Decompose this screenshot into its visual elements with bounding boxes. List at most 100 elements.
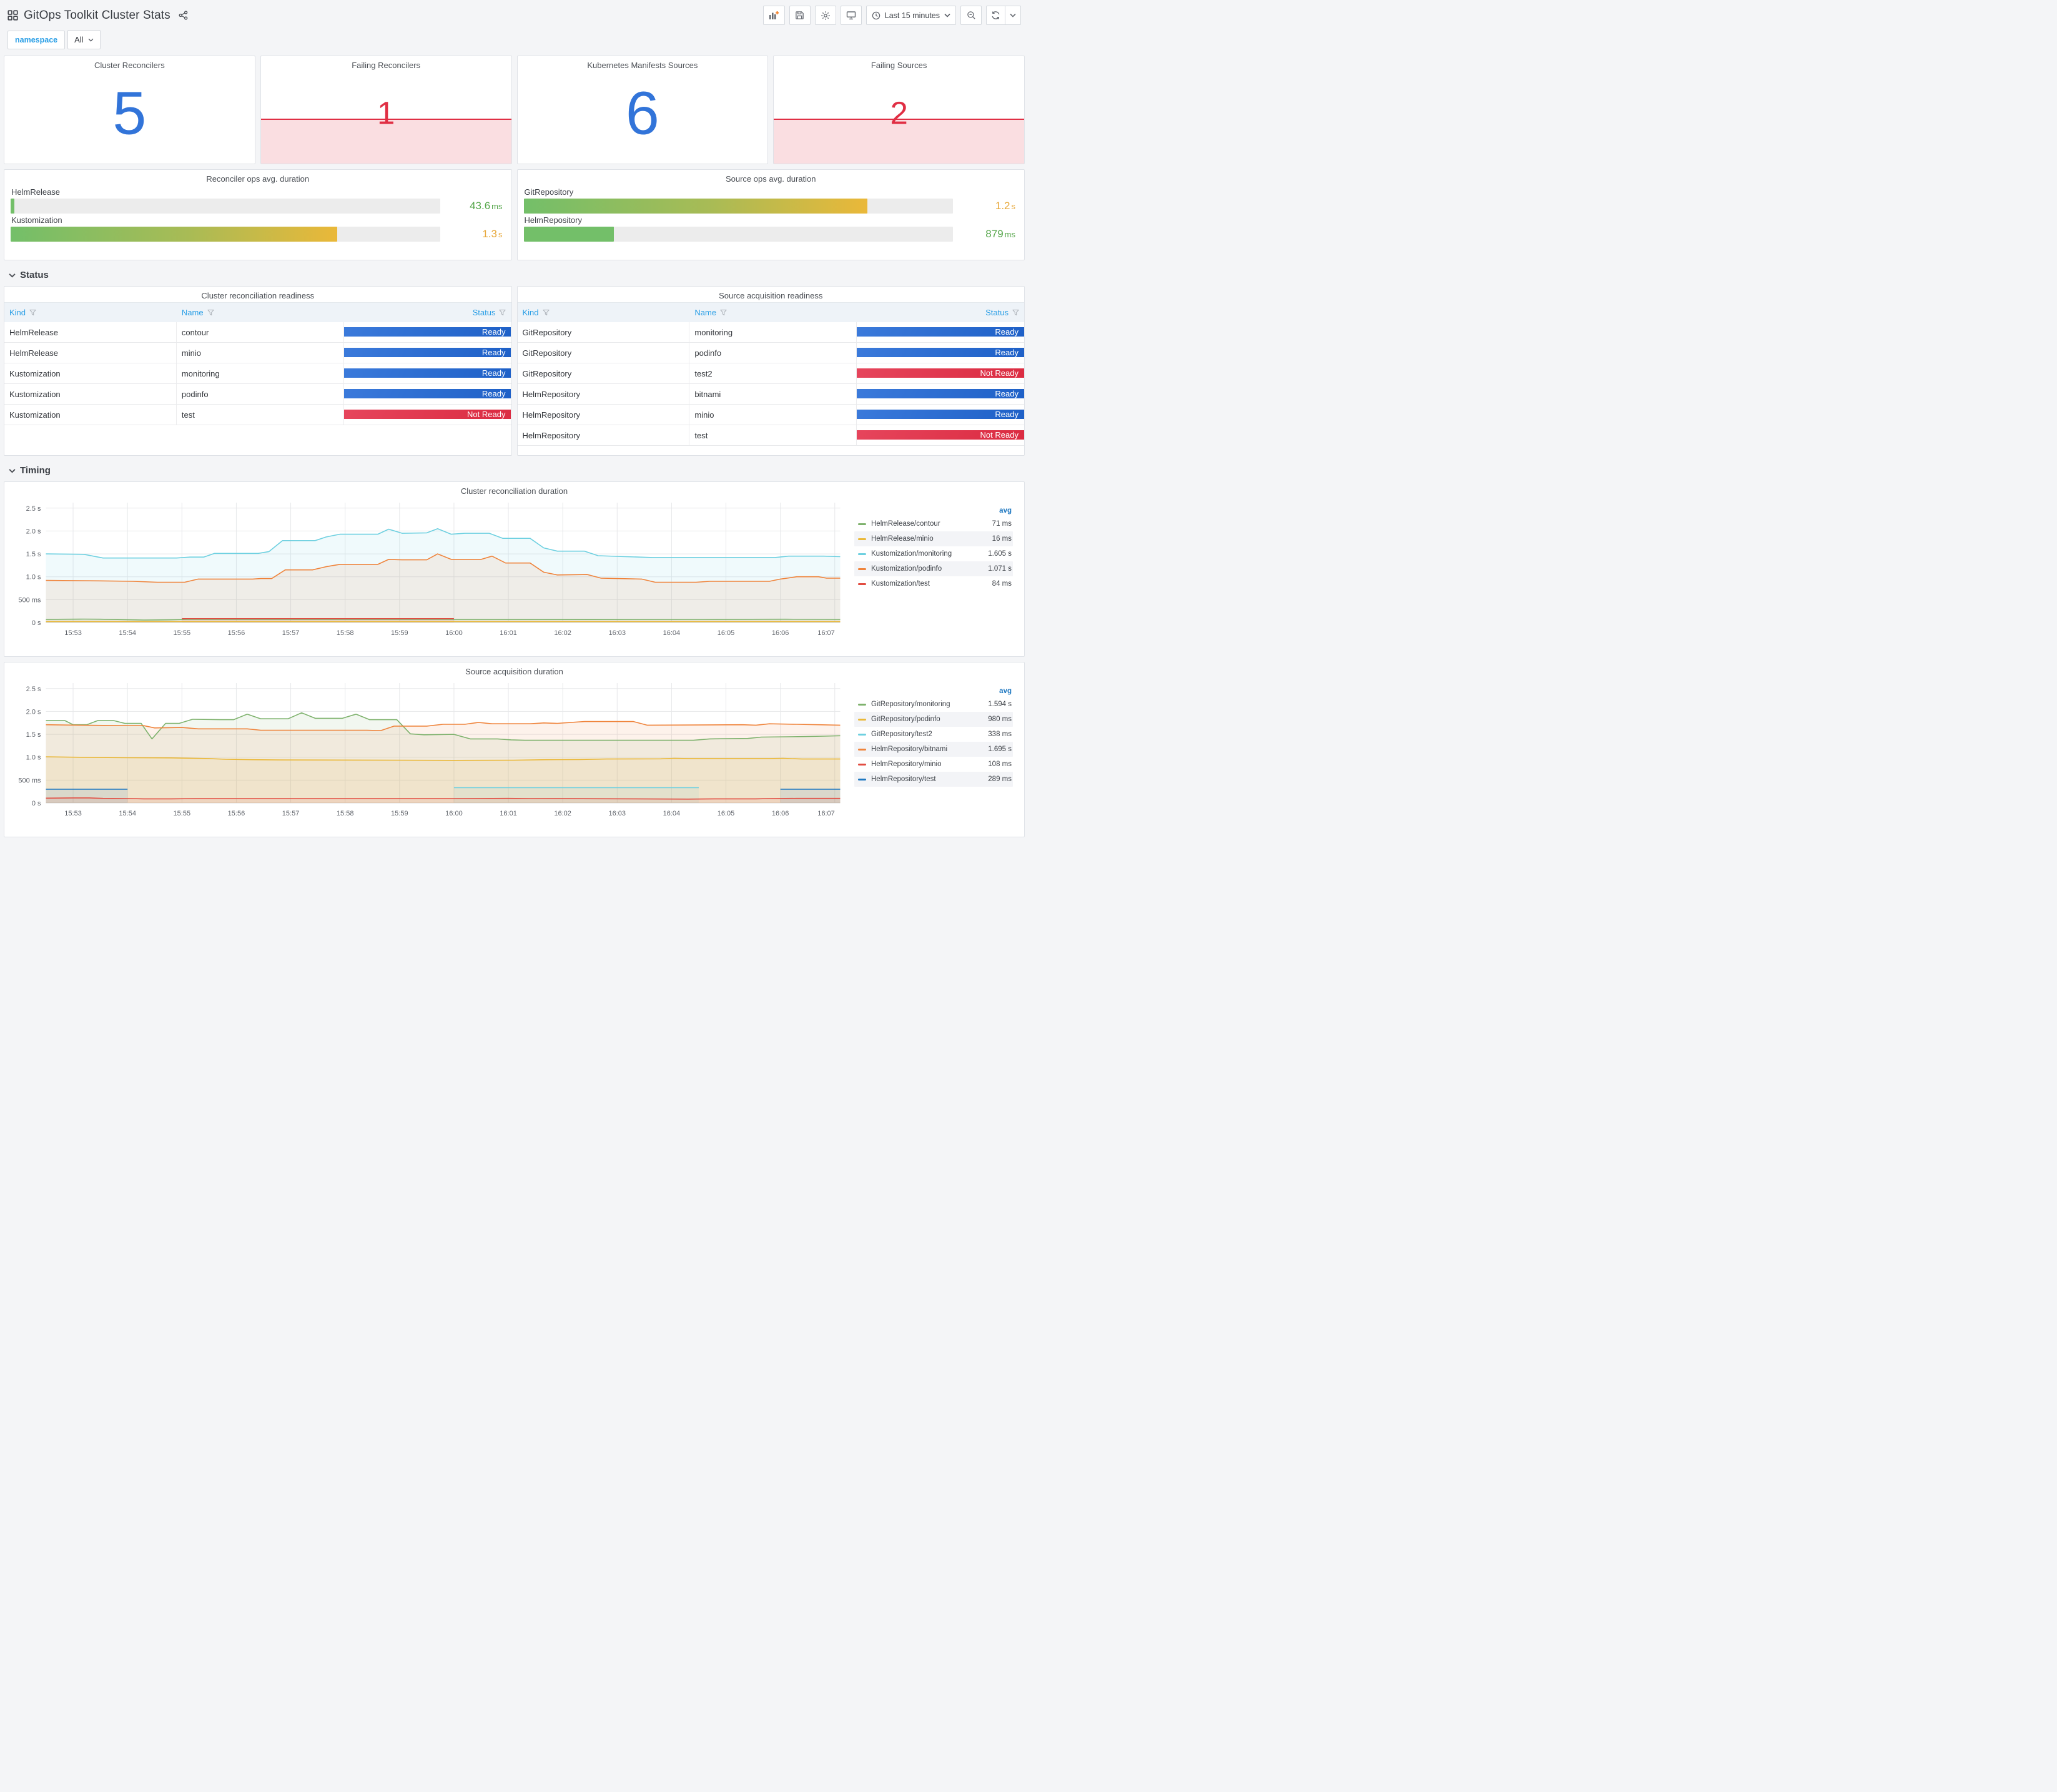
refresh-button[interactable] <box>987 6 1005 24</box>
panel-title[interactable]: Cluster reconciliation duration <box>4 482 1024 498</box>
svg-text:1.0 s: 1.0 s <box>26 754 41 762</box>
svg-text:15:55: 15:55 <box>174 810 191 817</box>
legend-avg-header[interactable]: avg <box>854 687 1013 697</box>
legend-series-avg: 71 ms <box>992 520 1012 528</box>
gauge-label: HelmRelease <box>11 187 61 197</box>
table-column-header[interactable]: Name <box>689 303 857 322</box>
section-header-timing[interactable]: Timing <box>4 461 1025 481</box>
table-cell: GitRepository <box>518 343 690 363</box>
panel-title[interactable]: Source acquisition duration <box>4 662 1024 678</box>
gauge-number: 1.2 <box>995 200 1010 212</box>
legend-series-name: Kustomization/monitoring <box>871 550 952 558</box>
table-cell: HelmRelease <box>4 322 177 342</box>
svg-text:16:03: 16:03 <box>609 810 626 817</box>
add-panel-button[interactable] <box>762 6 785 25</box>
panel-title[interactable]: Source ops avg. duration <box>524 170 1019 185</box>
svg-text:500 ms: 500 ms <box>18 596 41 604</box>
filter-funnel-icon[interactable] <box>720 309 727 316</box>
panel-title[interactable]: Cluster Reconcilers <box>4 56 255 72</box>
legend-series-color <box>858 763 866 766</box>
legend-item[interactable]: HelmRelease/contour 71 ms <box>854 516 1013 531</box>
time-range-label: Last 15 minutes <box>884 11 940 20</box>
gauge-value: 43.6 ms <box>448 200 505 212</box>
legend-series-avg: 1.695 s <box>988 746 1012 753</box>
svg-text:15:53: 15:53 <box>64 629 82 637</box>
dashboard-settings-button[interactable] <box>814 6 836 25</box>
filter-funnel-icon[interactable] <box>29 309 36 316</box>
filter-funnel-icon[interactable] <box>542 309 550 316</box>
legend-item[interactable]: Kustomization/podinfo 1.071 s <box>854 561 1013 576</box>
stat-value: 5 <box>112 79 147 147</box>
gauge-track <box>11 227 440 242</box>
table-row: GitRepository podinfo Ready <box>517 343 1024 363</box>
status-cell: Ready <box>343 343 511 363</box>
panel-title[interactable]: Failing Reconcilers <box>261 56 511 72</box>
legend-item[interactable]: GitRepository/podinfo 980 ms <box>854 712 1013 727</box>
table-column-header[interactable]: Kind <box>4 303 177 322</box>
table-row: Kustomization podinfo Ready <box>4 384 511 405</box>
legend-series-avg: 108 ms <box>988 761 1012 768</box>
section-header-status[interactable]: Status <box>4 265 1025 286</box>
bar-gauge-panel: Source ops avg. duration GitRepository 1.2… <box>516 169 1025 260</box>
legend-item[interactable]: HelmRepository/bitnami 1.695 s <box>854 742 1013 757</box>
zoom-out-button[interactable] <box>960 6 982 25</box>
table-row: Kustomization monitoring Ready <box>4 363 511 384</box>
clock-icon <box>872 11 880 19</box>
filter-funnel-icon[interactable] <box>207 309 214 316</box>
svg-text:15:56: 15:56 <box>228 810 245 817</box>
timeseries-panel: Cluster reconciliation duration 0 s 500 ms… <box>4 481 1025 657</box>
cycle-view-button[interactable] <box>840 6 862 25</box>
legend-series-name: HelmRelease/minio <box>871 535 934 543</box>
stat-panel: Failing Reconcilers 1 <box>260 56 512 164</box>
variable-namespace-label[interactable]: namespace <box>7 30 66 49</box>
svg-text:16:05: 16:05 <box>718 629 735 637</box>
stat-value: 2 <box>890 95 908 131</box>
panel-title[interactable]: Source acquisition readiness <box>518 287 1025 302</box>
share-icon[interactable] <box>179 11 188 20</box>
filter-funnel-icon[interactable] <box>1012 309 1019 316</box>
legend-series-name: GitRepository/podinfo <box>871 716 940 723</box>
svg-text:0 s: 0 s <box>32 619 41 627</box>
status-cell: Ready <box>343 384 511 404</box>
svg-text:16:00: 16:00 <box>445 629 463 637</box>
legend-item[interactable]: HelmRepository/test 289 ms <box>854 772 1013 787</box>
filter-funnel-icon[interactable] <box>499 309 506 316</box>
svg-text:2.0 s: 2.0 s <box>26 708 41 716</box>
gauge-line: 879 ms <box>523 227 1019 242</box>
svg-text:2.5 s: 2.5 s <box>26 686 41 693</box>
refresh-interval-button[interactable] <box>1005 6 1020 24</box>
gauge-unit: s <box>1011 202 1016 211</box>
legend-avg-header[interactable]: avg <box>854 506 1013 516</box>
legend-item[interactable]: HelmRelease/minio 16 ms <box>854 531 1013 546</box>
status-cell: Ready <box>857 322 1024 342</box>
gauge-unit: ms <box>1004 230 1015 239</box>
legend-item[interactable]: GitRepository/monitoring 1.594 s <box>854 697 1013 712</box>
panel-title[interactable]: Reconciler ops avg. duration <box>11 170 505 185</box>
table-cell: minio <box>177 343 344 363</box>
table-cell: HelmRepository <box>518 405 690 425</box>
time-picker-button[interactable]: Last 15 minutes <box>866 6 956 25</box>
status-badge: Ready <box>857 410 1024 419</box>
save-dashboard-button[interactable] <box>789 6 811 25</box>
legend-item[interactable]: Kustomization/test 84 ms <box>854 576 1013 591</box>
gauge-line: 1.3 s <box>11 227 505 242</box>
chart-body: 0 s 500 ms 1.0 s 1.5 s 2.0 s 2.5 s 15:53 15:54 1… <box>4 678 1024 829</box>
legend-item[interactable]: HelmRepository/minio 108 ms <box>854 757 1013 772</box>
table-cell: monitoring <box>689 322 857 342</box>
table-column-header[interactable]: Status <box>857 303 1024 322</box>
table-column-header[interactable]: Status <box>344 303 511 322</box>
svg-text:16:04: 16:04 <box>663 629 681 637</box>
gauge-unit: s <box>498 230 503 239</box>
table-column-header[interactable]: Name <box>177 303 344 322</box>
panel-title[interactable]: Failing Sources <box>774 56 1024 72</box>
legend-item[interactable]: Kustomization/monitoring 1.605 s <box>854 546 1013 561</box>
legend-series-color <box>858 553 866 555</box>
panel-title[interactable]: Cluster reconciliation readiness <box>4 287 511 302</box>
legend-item[interactable]: GitRepository/test2 338 ms <box>854 727 1013 742</box>
legend-series-name: GitRepository/test2 <box>871 731 932 738</box>
panel-title[interactable]: Kubernetes Manifests Sources <box>518 56 768 72</box>
variable-namespace-value[interactable]: All <box>67 30 101 49</box>
status-badge: Ready <box>343 389 511 398</box>
table-column-header[interactable]: Kind <box>518 303 690 322</box>
gauge-number: 879 <box>985 228 1004 240</box>
